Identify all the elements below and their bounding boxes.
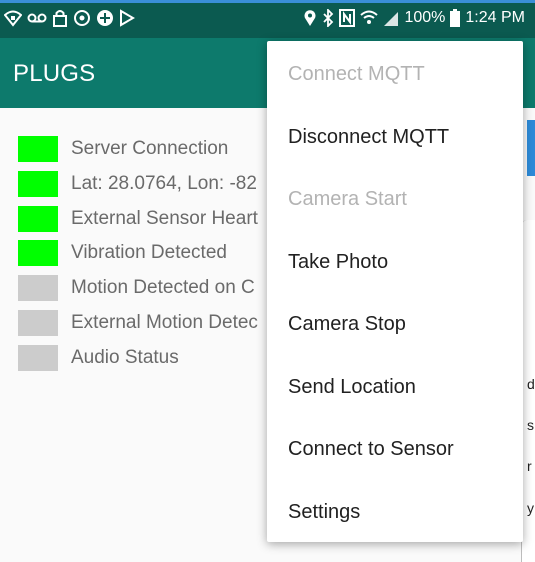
background-text-fragment: d bbox=[527, 376, 535, 392]
status-row-location: Lat: 28.0764, Lon: -82 bbox=[18, 171, 257, 197]
status-bar-accent-line bbox=[0, 0, 535, 3]
overflow-menu: Connect MQTT Disconnect MQTT Camera Star… bbox=[267, 41, 523, 542]
status-indicator bbox=[18, 136, 58, 162]
status-row-audio-status: Audio Status bbox=[18, 345, 179, 371]
status-row-vibration-detected: Vibration Detected bbox=[18, 240, 227, 266]
background-blue-element bbox=[527, 120, 535, 176]
status-label: Audio Status bbox=[71, 347, 179, 368]
location-icon bbox=[304, 10, 316, 26]
plus-icon bbox=[97, 10, 113, 26]
background-text-fragment: y bbox=[527, 500, 534, 516]
status-label: Lat: 28.0764, Lon: -82 bbox=[71, 173, 257, 194]
nfc-icon bbox=[339, 9, 356, 27]
status-row-external-motion-detected: External Motion Detec bbox=[18, 310, 258, 336]
status-row-external-sensor-heartbeat: External Sensor Heart bbox=[18, 206, 258, 232]
status-label: External Sensor Heart bbox=[71, 208, 258, 229]
status-bar: 100% 1:24 PM bbox=[0, 0, 535, 38]
menu-item-connect-mqtt[interactable]: Connect MQTT bbox=[288, 63, 425, 86]
menu-item-settings[interactable]: Settings bbox=[288, 501, 360, 524]
app-title: PLUGS bbox=[13, 60, 96, 87]
background-text-fragment: r bbox=[527, 458, 532, 474]
status-row-server-connection: Server Connection bbox=[18, 136, 228, 162]
status-label: Server Connection bbox=[71, 138, 229, 159]
menu-item-camera-start[interactable]: Camera Start bbox=[288, 188, 407, 211]
status-indicator bbox=[18, 310, 58, 336]
play-store-icon bbox=[120, 9, 135, 27]
lock-icon bbox=[53, 10, 67, 27]
status-label: External Motion Detec bbox=[71, 312, 258, 333]
status-indicator bbox=[18, 275, 58, 301]
background-text-fragment: s bbox=[527, 417, 534, 433]
status-label: Vibration Detected bbox=[71, 242, 227, 263]
signal-icon bbox=[384, 12, 399, 26]
status-label: Motion Detected on C bbox=[71, 277, 255, 298]
notification-icons bbox=[4, 9, 135, 27]
menu-item-connect-to-sensor[interactable]: Connect to Sensor bbox=[288, 438, 454, 461]
clock: 1:24 PM bbox=[465, 9, 525, 26]
wifi-lock-icon bbox=[4, 10, 22, 27]
status-indicator bbox=[18, 345, 58, 371]
status-row-motion-detected: Motion Detected on C bbox=[18, 275, 255, 301]
status-indicator bbox=[18, 206, 58, 232]
status-indicator bbox=[18, 171, 58, 197]
status-indicator bbox=[18, 240, 58, 266]
menu-item-camera-stop[interactable]: Camera Stop bbox=[288, 313, 406, 336]
menu-item-send-location[interactable]: Send Location bbox=[288, 376, 416, 399]
battery-icon bbox=[450, 9, 461, 27]
system-icons: 100% 1:24 PM bbox=[303, 8, 525, 28]
bluetooth-icon bbox=[323, 9, 334, 27]
menu-item-disconnect-mqtt[interactable]: Disconnect MQTT bbox=[288, 126, 449, 149]
battery-level: 100% bbox=[404, 9, 446, 26]
sync-icon bbox=[74, 10, 90, 26]
voicemail-icon bbox=[27, 13, 47, 23]
wifi-icon bbox=[360, 10, 379, 24]
menu-item-take-photo[interactable]: Take Photo bbox=[288, 251, 388, 274]
